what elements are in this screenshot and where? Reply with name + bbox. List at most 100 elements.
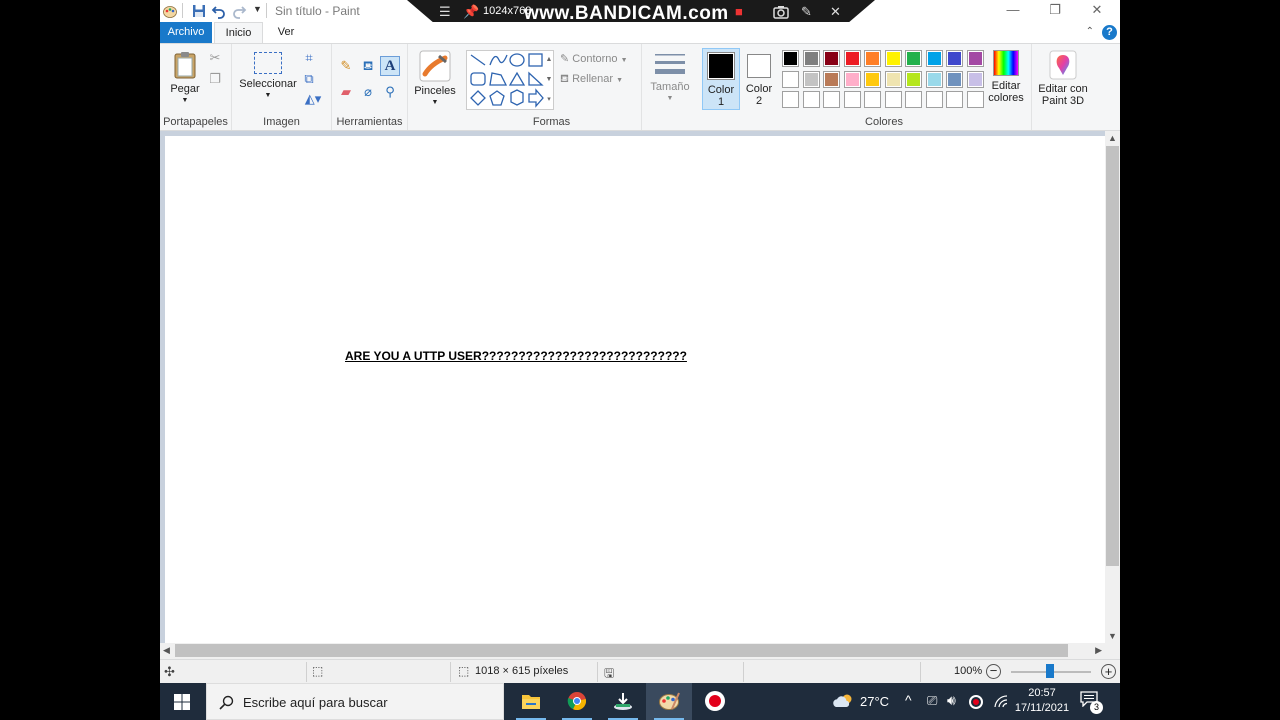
curve-shape-icon[interactable] [489,54,508,66]
hexagon-shape-icon[interactable] [510,89,524,106]
start-button[interactable] [160,683,204,720]
camera-icon[interactable] [773,5,789,19]
color-swatch[interactable] [802,91,820,108]
color-swatch[interactable] [864,91,881,108]
vertical-scroll-thumb[interactable] [1106,146,1119,566]
action-center-button[interactable]: 3 [1080,691,1104,714]
color-swatch[interactable] [864,70,881,88]
meet-now-icon[interactable]: ⎚ [927,693,937,709]
help-button[interactable]: ? [1102,25,1117,40]
color-swatch[interactable] [823,50,840,67]
color-swatch[interactable] [925,91,943,108]
color-swatch[interactable] [966,91,984,108]
outline-button[interactable]: ✎ Contorno ▼ [560,52,628,65]
color-swatch[interactable] [864,50,881,67]
record-icon[interactable]: ■ [735,4,743,19]
right-arrow-shape-icon[interactable] [528,88,544,108]
text-tool-icon[interactable]: A [380,56,400,76]
color-swatch[interactable] [925,70,943,88]
volume-icon[interactable]: 🔊︎ [947,692,956,709]
select-button[interactable]: Seleccionar ▼ [238,52,298,102]
cut-icon[interactable]: ✂ [207,50,223,66]
horizontal-scrollbar[interactable]: ◀ ▶ [160,643,1105,658]
pin-icon[interactable]: 📌 [463,4,479,20]
right-triangle-shape-icon[interactable] [528,71,544,86]
color1-button[interactable]: Color 1 [702,48,740,110]
close-icon[interactable]: ✕ [830,4,841,20]
menu-icon[interactable]: ☰ [439,4,451,20]
record-status-icon[interactable] [969,695,983,709]
pencil-icon[interactable]: ✎ [801,4,812,20]
scroll-down-icon[interactable]: ▼ [1108,631,1117,641]
color-swatch[interactable] [782,91,799,108]
color-picker-icon[interactable]: ⌀ [360,84,376,100]
color-swatch[interactable] [823,91,840,108]
color-swatch[interactable] [946,91,963,108]
oval-shape-icon[interactable] [509,53,525,67]
color-swatch[interactable] [782,50,799,67]
rounded-rectangle-shape-icon[interactable] [470,72,486,86]
color2-button[interactable]: Color 2 [740,48,778,110]
paste-button[interactable]: Pegar ▼ [166,50,204,107]
taskbar-installer[interactable] [600,683,646,720]
redo-icon[interactable] [231,3,247,19]
color-swatch[interactable] [966,70,984,88]
show-hidden-icons-icon[interactable]: ^ [905,692,912,708]
shapes-scroll[interactable]: ▲ ▼ ▾ [544,50,554,110]
color-swatch[interactable] [905,91,922,108]
tab-view[interactable]: Ver [266,22,306,43]
color-swatch[interactable] [802,50,820,67]
taskbar-bandicam[interactable] [692,683,738,720]
size-button[interactable]: Tamaño ▼ [646,52,694,105]
color-swatch[interactable] [843,70,861,88]
weather-cloud-icon[interactable] [832,694,854,708]
paint-app-icon[interactable] [162,3,178,19]
zoom-in-button[interactable]: + [1101,664,1116,679]
color-swatch[interactable] [884,50,902,67]
brushes-button[interactable]: Pinceles ▼ [412,50,458,109]
magnifier-icon[interactable]: ⚲ [382,84,398,100]
drawing-canvas[interactable]: ARE YOU A UTTP USER?????????????????????… [165,136,1105,643]
taskbar-file-explorer[interactable] [508,683,554,720]
copy-icon[interactable]: ❐ [207,71,223,87]
color-swatch[interactable] [884,70,902,88]
tab-file[interactable]: Archivo [160,22,212,43]
clock[interactable]: 20:57 17/11/2021 [1014,686,1070,716]
vertical-scrollbar[interactable]: ▲ ▼ [1105,131,1120,643]
tab-home[interactable]: Inicio [214,22,263,43]
color-swatch[interactable] [905,50,922,67]
collapse-ribbon-icon[interactable]: ⌃ [1086,26,1094,37]
color-swatch[interactable] [782,70,799,88]
fill-bucket-icon[interactable]: ⛾ [360,58,376,74]
zoom-out-button[interactable]: − [986,664,1001,679]
color-swatch[interactable] [946,70,963,88]
color-swatch[interactable] [823,70,840,88]
close-button[interactable]: ✕ [1076,0,1118,22]
rectangle-shape-icon[interactable] [528,53,543,67]
fill-button[interactable]: ⛾ Rellenar ▼ [560,73,623,87]
color-swatch[interactable] [802,70,820,88]
color-swatch[interactable] [966,50,984,67]
scroll-right-icon[interactable]: ▶ [1095,645,1102,656]
color-swatch[interactable] [843,91,861,108]
zoom-slider-thumb[interactable] [1046,664,1054,678]
minimize-button[interactable]: — [992,0,1034,22]
maximize-button[interactable]: ❐ [1034,0,1076,22]
line-shape-icon[interactable] [470,54,486,66]
canvas-text[interactable]: ARE YOU A UTTP USER?????????????????????… [345,349,687,363]
undo-icon[interactable] [211,3,227,19]
resize-icon[interactable]: ⧉ [301,71,317,87]
eraser-icon[interactable]: ▰ [338,84,354,100]
wifi-icon[interactable] [994,695,1008,708]
pencil-icon[interactable]: ✎ [338,58,354,74]
horizontal-scroll-thumb[interactable] [175,644,1068,657]
pentagon-shape-icon[interactable] [489,90,505,106]
crop-icon[interactable]: ⌗ [301,50,317,66]
color-swatch[interactable] [925,50,943,67]
customize-toolbar-icon[interactable]: ▼ [253,4,262,14]
color-swatch[interactable] [905,70,922,88]
taskbar-search[interactable]: Escribe aquí para buscar [206,683,504,720]
taskbar-chrome[interactable] [554,683,600,720]
edit-with-paint3d-button[interactable]: Editar con Paint 3D [1034,50,1092,107]
color-swatch[interactable] [884,91,902,108]
